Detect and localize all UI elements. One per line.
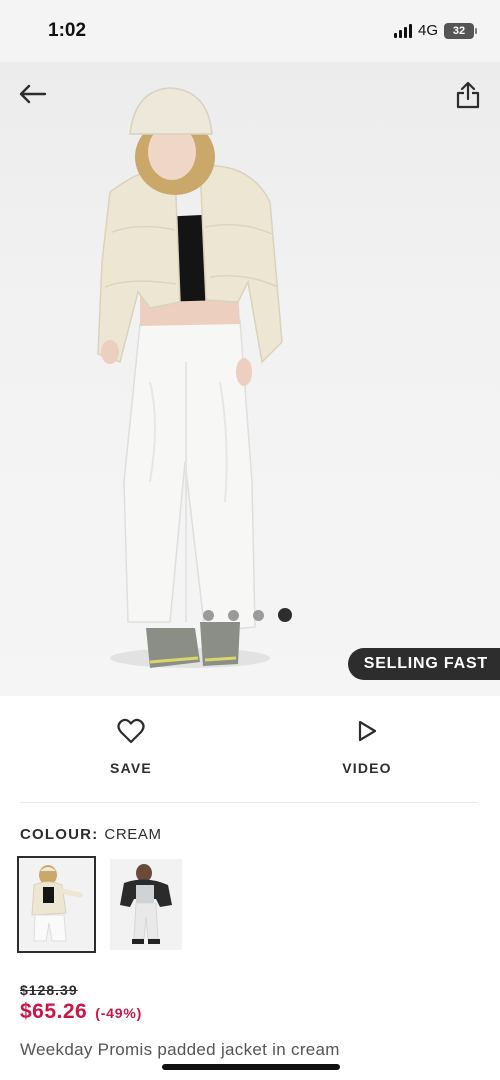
product-page: 1:02 4G 32 SELLING FAST SAVE VIDEO COLOU…: [0, 0, 500, 1080]
save-label: SAVE: [110, 760, 152, 776]
video-button[interactable]: VIDEO: [307, 718, 427, 776]
swatch-thumbnail: [110, 859, 182, 950]
product-actions: SAVE VIDEO: [0, 696, 500, 802]
swatch-thumbnail: [22, 861, 91, 948]
carousel-dot[interactable]: [253, 609, 264, 621]
status-indicators: 4G 32: [393, 22, 477, 39]
carousel-indicator: [203, 608, 292, 622]
battery-icon: 32: [444, 22, 477, 39]
colour-swatches: [17, 856, 182, 953]
divider: [20, 802, 478, 803]
product-image-carousel[interactable]: SELLING FAST: [0, 62, 500, 696]
colour-label: COLOUR:: [20, 826, 99, 843]
colour-swatch-alternate[interactable]: [110, 859, 182, 950]
colour-selector-label: COLOUR: CREAM: [20, 826, 162, 843]
carousel-dot-active[interactable]: [278, 608, 292, 622]
home-indicator[interactable]: [162, 1064, 340, 1070]
colour-value: CREAM: [104, 826, 162, 843]
save-button[interactable]: SAVE: [71, 718, 191, 776]
video-label: VIDEO: [342, 760, 392, 776]
product-name: Weekday Promis padded jacket in cream: [20, 1040, 340, 1059]
status-time: 1:02: [48, 20, 87, 41]
product-photo: [97, 87, 283, 668]
share-button[interactable]: [452, 78, 484, 112]
status-bar: 1:02 4G 32: [0, 0, 500, 62]
sale-price: $65.26: [20, 1000, 88, 1023]
battery-level: 32: [452, 24, 466, 37]
back-button[interactable]: [14, 78, 50, 110]
price-row: $65.26 (-49%): [20, 1000, 142, 1024]
share-icon: [456, 81, 480, 109]
heart-icon: [117, 718, 145, 744]
discount-percent: (-49%): [95, 1005, 143, 1021]
colour-swatch-cream[interactable]: [17, 856, 96, 953]
arrow-left-icon: [19, 84, 47, 104]
network-type: 4G: [417, 22, 438, 39]
carousel-dot[interactable]: [203, 609, 214, 621]
selling-fast-badge: SELLING FAST: [347, 648, 500, 680]
play-icon: [358, 720, 377, 742]
cellular-signal-icon: [393, 23, 412, 38]
carousel-dot[interactable]: [228, 609, 239, 621]
original-price: $128.39: [20, 982, 78, 998]
